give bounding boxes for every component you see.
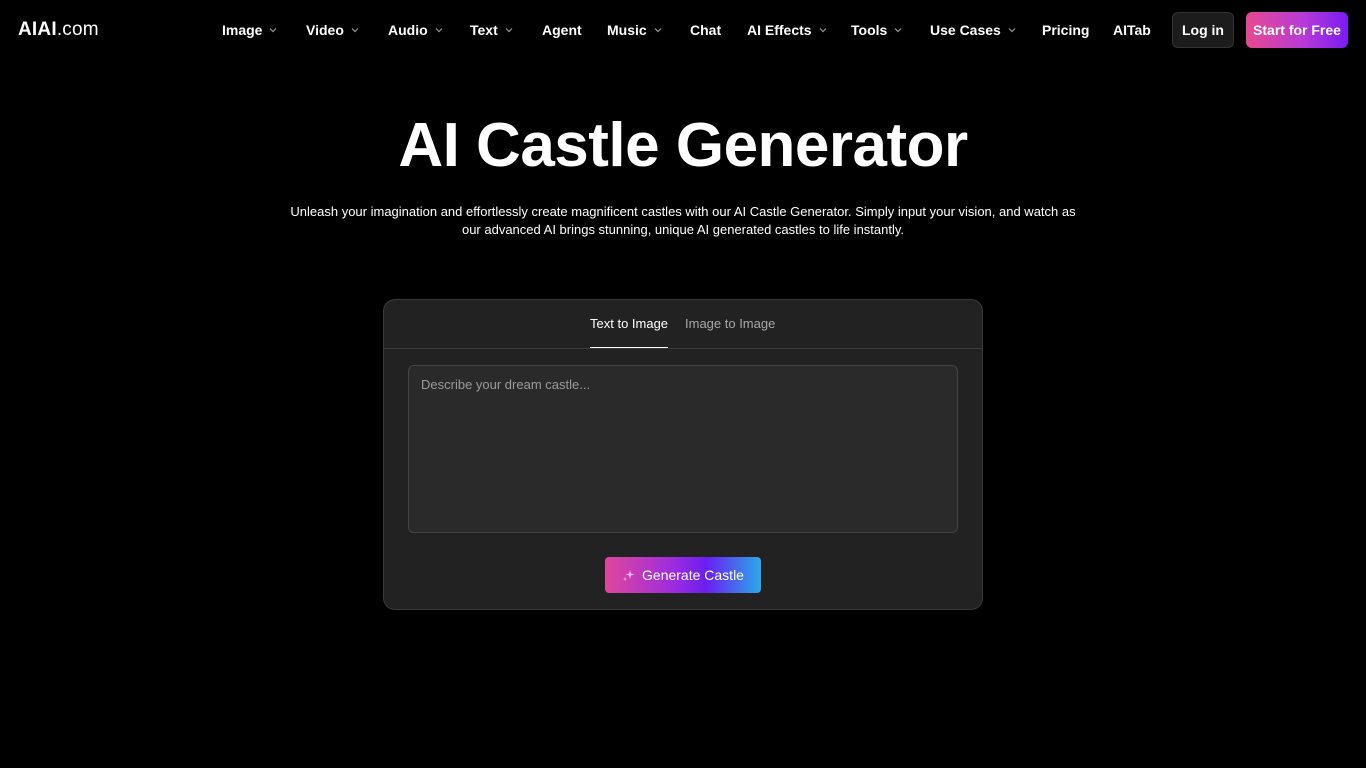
nav-item-chat[interactable]: Chat [690, 22, 747, 38]
logo-brand: AIAI [18, 19, 57, 40]
nav-item-label: Text [470, 22, 498, 38]
site-logo[interactable]: AIAI .com [18, 19, 99, 41]
nav-item-label: Music [607, 22, 647, 38]
nav-item-label: Audio [388, 22, 428, 38]
generator-card: Text to Image Image to Image Generate Ca… [383, 299, 983, 610]
nav-item-label: Tools [851, 22, 888, 38]
nav-item-aitab[interactable]: AITab [1113, 22, 1153, 38]
nav-item-label: AITab [1113, 22, 1151, 38]
sparkle-icon [622, 568, 636, 582]
chevron-down-icon [653, 25, 663, 35]
chevron-down-icon [350, 25, 360, 35]
nav-item-label: Use Cases [930, 22, 1001, 38]
nav-item-text[interactable]: Text [470, 22, 542, 38]
nav-item-music[interactable]: Music [607, 22, 690, 38]
generate-button-label: Generate Castle [642, 567, 744, 583]
nav-item-pricing[interactable]: Pricing [1042, 22, 1113, 38]
main-nav: Image Video Audio Text Agent Music Chat … [222, 21, 1153, 39]
nav-item-label: Image [222, 22, 263, 38]
generate-castle-button[interactable]: Generate Castle [605, 557, 761, 593]
nav-item-ai-effects[interactable]: AI Effects [747, 22, 851, 38]
chevron-down-icon [434, 25, 444, 35]
start-for-free-button[interactable]: Start for Free [1246, 12, 1348, 48]
nav-item-label: Pricing [1042, 22, 1090, 38]
nav-item-label: Agent [542, 22, 582, 38]
nav-item-audio[interactable]: Audio [388, 22, 470, 38]
chevron-down-icon [893, 25, 903, 35]
nav-item-label: AI Effects [747, 22, 812, 38]
nav-item-label: Video [306, 22, 344, 38]
chevron-down-icon [1007, 25, 1017, 35]
nav-item-video[interactable]: Video [306, 22, 388, 38]
nav-item-agent[interactable]: Agent [542, 22, 607, 38]
nav-item-use-cases[interactable]: Use Cases [930, 22, 1042, 38]
logo-tld: .com [56, 19, 99, 40]
page-description: Unleash your imagination and effortlessl… [290, 204, 1076, 237]
chevron-down-icon [504, 25, 514, 35]
chevron-down-icon [268, 25, 278, 35]
login-button[interactable]: Log in [1172, 12, 1234, 48]
tab-image-to-image[interactable]: Image to Image [685, 316, 775, 348]
tab-text-to-image[interactable]: Text to Image [590, 316, 669, 348]
nav-item-tools[interactable]: Tools [851, 22, 930, 38]
page-title: AI Castle Generator [398, 111, 968, 180]
prompt-input[interactable] [408, 365, 958, 533]
nav-item-image[interactable]: Image [222, 22, 306, 38]
generator-tabs: Text to Image Image to Image [384, 300, 982, 349]
nav-item-label: Chat [690, 22, 722, 38]
chevron-down-icon [818, 25, 828, 35]
site-header: AIAI .com Image Video Audio Text Agent Mu… [0, 0, 1366, 60]
